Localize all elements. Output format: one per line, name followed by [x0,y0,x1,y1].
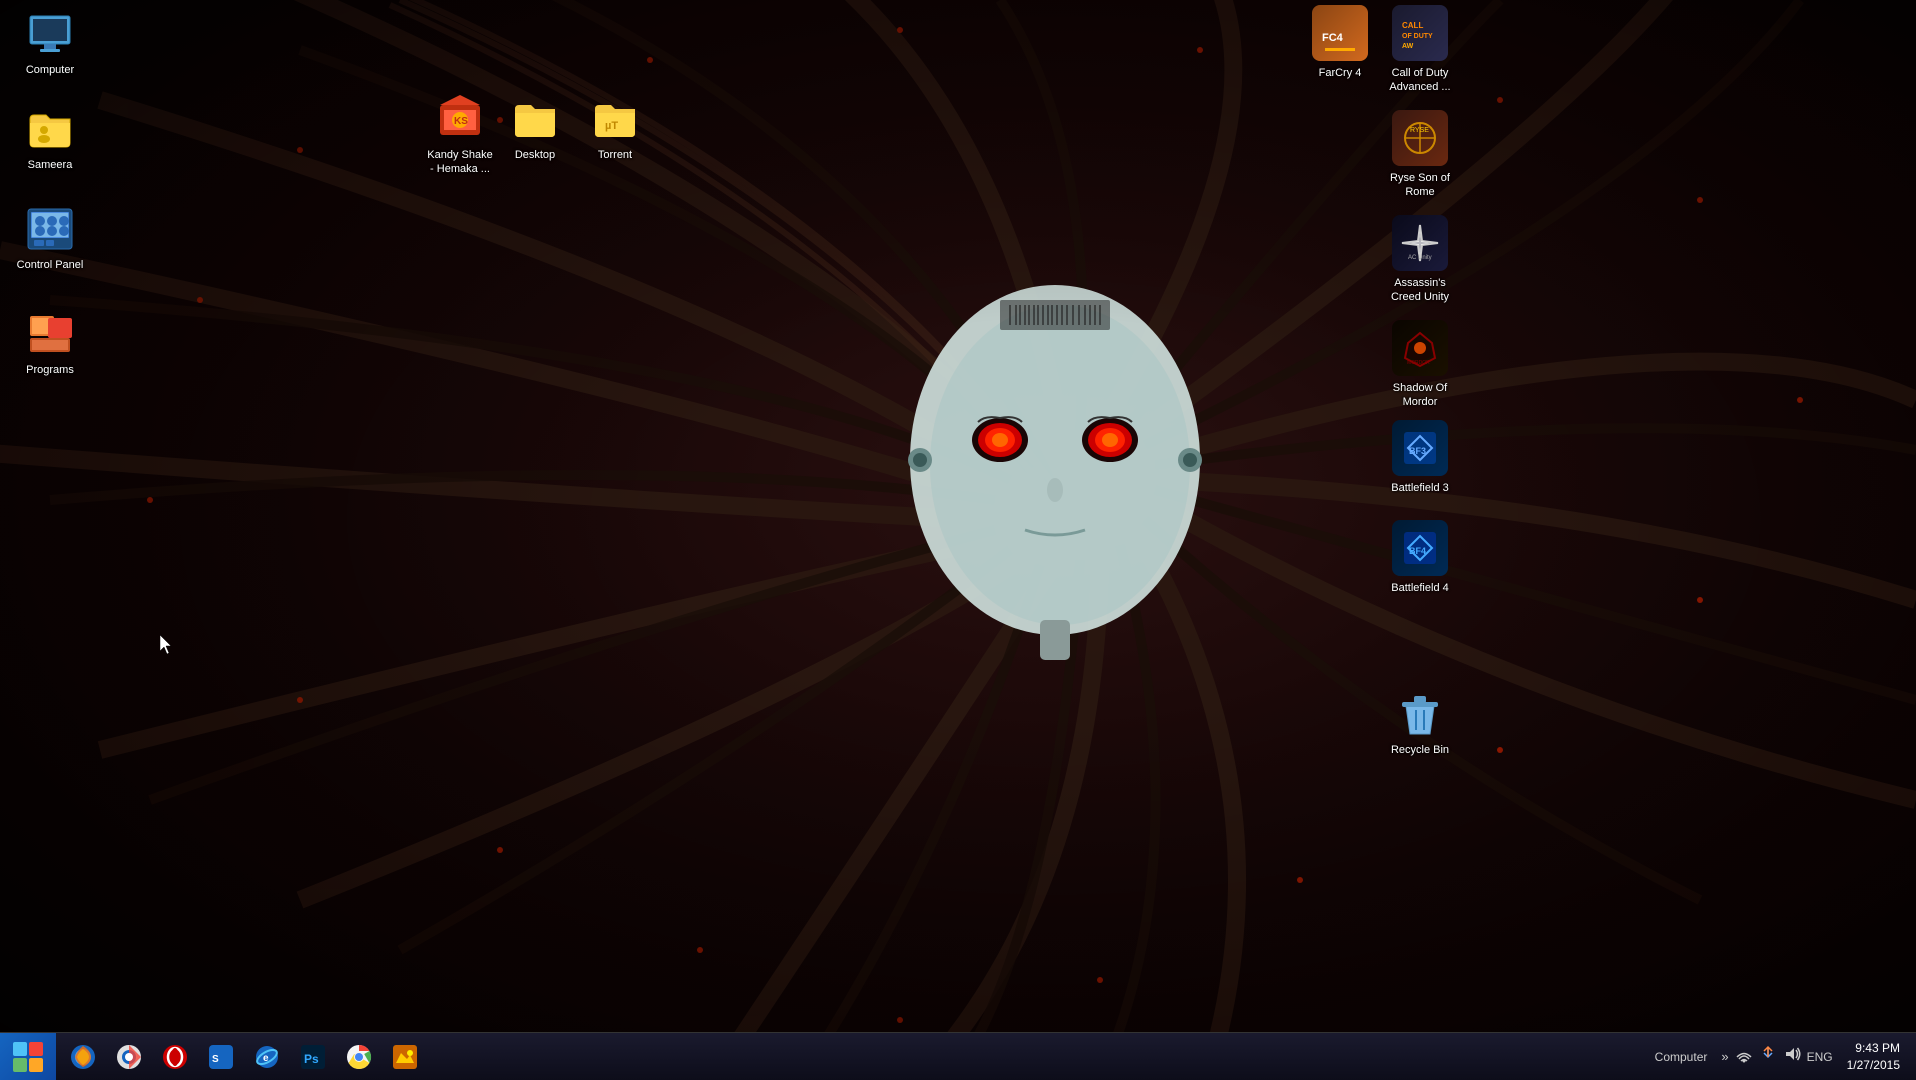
svg-text:e: e [263,1053,269,1064]
sameera-icon [26,105,74,153]
cod-advanced-icon-label: Call of Duty Advanced ... [1381,65,1459,96]
taskbar-opera[interactable] [153,1035,197,1079]
desktop-icon-battlefield3[interactable]: BF3 Battlefield 3 [1375,420,1465,496]
svg-text:Ps: Ps [304,1052,319,1066]
wallpaper [0,0,1916,1080]
taskbar-apps-area: S e Ps [56,1033,1639,1080]
taskbar-chrome[interactable] [337,1035,381,1079]
desktop-icon-farcry4[interactable]: FC4 FarCry 4 [1295,5,1385,81]
kandy-shake-icon-label: Kandy Shake - Hemaka ... [421,147,499,178]
svg-text:RYSE: RYSE [1410,127,1429,134]
svg-text:µT: µT [605,120,618,132]
recycle-bin-icon-label: Recycle Bin [1388,742,1452,758]
taskbar-photoshop[interactable]: Ps [291,1035,335,1079]
control-panel-icon-label: Control Panel [14,257,87,273]
taskbar-samsung[interactable]: S [199,1035,243,1079]
computer-icon-label: Computer [23,62,77,78]
assassins-icon: AC Unity [1392,215,1448,271]
desktop-icon-cod-advanced[interactable]: CALL OF DUTY AW Call of Duty Advanced ..… [1375,5,1465,96]
start-button[interactable] [0,1033,56,1080]
svg-text:BF3: BF3 [1409,446,1426,456]
assassins-icon-label: Assassin's Creed Unity [1381,275,1459,306]
desktop-icon-sameera[interactable]: Sameera [10,105,90,173]
taskbar-firefox[interactable] [61,1035,105,1079]
clock-date: 1/27/2015 [1847,1057,1900,1074]
taskbar-chrome-old[interactable] [107,1035,151,1079]
desktop-icon-programs[interactable]: Programs [10,310,90,378]
shadow-mordor-icon-label: Shadow Of Mordor [1381,380,1459,411]
taskbar-irfanview[interactable] [383,1035,427,1079]
svg-text:AC Unity: AC Unity [1408,255,1432,261]
farcry4-icon-label: FarCry 4 [1316,65,1365,81]
clock-time: 9:43 PM [1847,1040,1900,1057]
ryse-icon-label: Ryse Son of Rome [1381,170,1459,201]
windows-logo-icon [13,1042,43,1072]
recycle-bin-icon [1396,690,1444,738]
torrent-icon: µT [591,95,639,143]
svg-text:AW: AW [1402,43,1414,50]
svg-text:CALL: CALL [1402,21,1423,30]
svg-text:FC4: FC4 [1322,32,1344,44]
control-panel-icon [26,205,74,253]
computer-icon [26,10,74,58]
svg-text:KS: KS [454,116,468,127]
computer-label: Computer [1647,1050,1716,1064]
desktop-icon-ryse[interactable]: RYSE Ryse Son of Rome [1375,110,1465,201]
cod-advanced-icon: CALL OF DUTY AW [1392,5,1448,61]
desktop-icon-recycle-bin[interactable]: Recycle Bin [1375,690,1465,758]
ryse-icon: RYSE [1392,110,1448,166]
desktop-icon-assassins[interactable]: AC Unity Assassin's Creed Unity [1375,215,1465,306]
bf4-icon-label: Battlefield 4 [1388,580,1451,596]
tray-network-icon[interactable] [1735,1045,1753,1068]
tray-volume-icon[interactable] [1783,1045,1801,1068]
torrent-icon-label: Torrent [595,147,635,163]
desktop-icon-torrent[interactable]: µT Torrent [575,95,655,163]
tray-expand-button[interactable]: » [1721,1049,1728,1064]
bf3-icon-label: Battlefield 3 [1388,480,1451,496]
programs-icon [26,310,74,358]
programs-icon-label: Programs [23,362,77,378]
svg-text:OF DUTY: OF DUTY [1402,33,1433,40]
desktop: Computer Sameera [0,0,1916,1080]
desktop-icon-computer[interactable]: Computer [10,10,90,78]
desktop-icon-shadow-mordor[interactable]: MORDOR Shadow Of Mordor [1375,320,1465,411]
bf3-icon: BF3 [1392,420,1448,476]
kandy-shake-icon: KS [436,95,484,143]
shadow-mordor-icon: MORDOR [1392,320,1448,376]
system-tray: Computer » [1639,1033,1916,1080]
farcry4-icon: FC4 [1312,5,1368,61]
desktop-icon-desktop-folder[interactable]: Desktop [495,95,575,163]
desktop-icon-kandy-shake[interactable]: KS Kandy Shake - Hemaka ... [415,95,505,178]
desktop-icon-control-panel[interactable]: Control Panel [10,205,90,273]
desktop-folder-icon [511,95,559,143]
svg-text:BF4: BF4 [1409,546,1426,556]
taskbar: S e Ps [0,1032,1916,1080]
system-clock[interactable]: 9:43 PM 1/27/2015 [1839,1040,1908,1074]
desktop-folder-icon-label: Desktop [512,147,558,163]
tray-connection-icon[interactable] [1759,1045,1777,1068]
tray-language[interactable]: ENG [1807,1050,1833,1064]
svg-text:S: S [212,1054,219,1065]
desktop-icon-battlefield4[interactable]: BF4 Battlefield 4 [1375,520,1465,596]
svg-text:MORDOR: MORDOR [1407,360,1430,366]
bf4-icon: BF4 [1392,520,1448,576]
taskbar-ie[interactable]: e [245,1035,289,1079]
sameera-icon-label: Sameera [25,157,76,173]
